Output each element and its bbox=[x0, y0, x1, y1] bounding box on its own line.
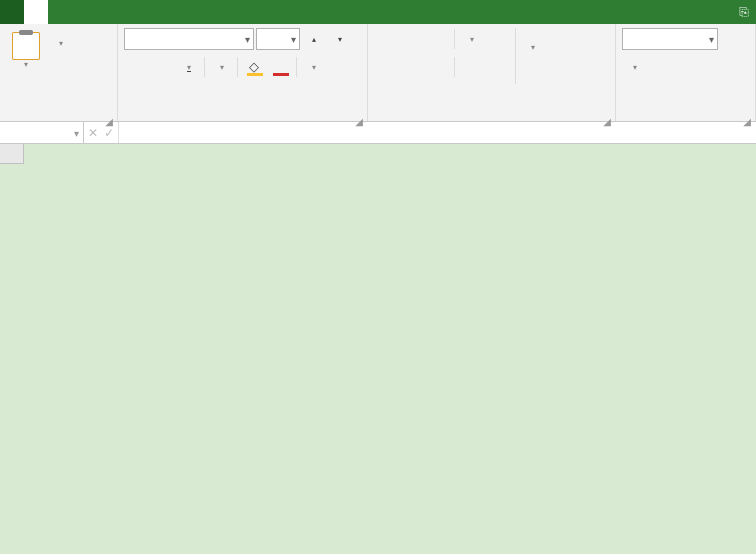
tab-pdf-tools[interactable] bbox=[240, 0, 264, 24]
align-right-button[interactable] bbox=[426, 56, 450, 78]
tab-developer[interactable] bbox=[192, 0, 216, 24]
number-launcher[interactable]: ◢ bbox=[743, 117, 751, 128]
font-name-select[interactable] bbox=[124, 28, 254, 50]
tab-file[interactable] bbox=[0, 0, 24, 24]
orientation-button[interactable] bbox=[459, 28, 483, 50]
font-size-select[interactable] bbox=[256, 28, 300, 50]
phonetic-button[interactable] bbox=[301, 56, 325, 78]
clipboard-group-label: ◢ bbox=[0, 115, 117, 121]
cut-button[interactable] bbox=[50, 28, 68, 34]
share-icon[interactable]: ⎘ bbox=[732, 0, 756, 24]
increase-decimal-button[interactable] bbox=[700, 56, 724, 78]
tab-review[interactable] bbox=[144, 0, 168, 24]
align-top-button[interactable] bbox=[374, 28, 398, 50]
tab-page-layout[interactable] bbox=[72, 0, 96, 24]
align-bottom-button[interactable] bbox=[426, 28, 450, 50]
alignment-group-label: ◢ bbox=[368, 115, 615, 121]
alignment-launcher[interactable]: ◢ bbox=[603, 117, 611, 128]
currency-button[interactable] bbox=[622, 56, 646, 78]
tab-help[interactable] bbox=[216, 0, 240, 24]
tab-data[interactable] bbox=[120, 0, 144, 24]
merge-center-button[interactable]: ▾ bbox=[522, 40, 540, 55]
fill-color-button[interactable]: ◇ bbox=[242, 56, 266, 78]
paste-icon bbox=[12, 32, 40, 60]
underline-button[interactable] bbox=[176, 56, 200, 78]
copy-button[interactable]: ▾ bbox=[50, 36, 68, 51]
align-left-button[interactable] bbox=[374, 56, 398, 78]
name-box[interactable] bbox=[0, 122, 84, 143]
font-color-button[interactable] bbox=[268, 56, 292, 78]
tab-formulas[interactable] bbox=[96, 0, 120, 24]
font-group-label: ◢ bbox=[118, 115, 367, 121]
wrap-text-button[interactable] bbox=[522, 28, 540, 34]
comma-button[interactable] bbox=[674, 56, 698, 78]
number-group-label: ◢ bbox=[616, 115, 755, 121]
bold-button[interactable] bbox=[124, 56, 148, 78]
clipboard-launcher[interactable]: ◢ bbox=[105, 117, 113, 128]
formula-bar-input[interactable] bbox=[131, 122, 756, 143]
tab-baidu-netdisk[interactable] bbox=[264, 0, 288, 24]
tab-insert[interactable] bbox=[48, 0, 72, 24]
percent-button[interactable] bbox=[648, 56, 672, 78]
cancel-formula-icon: ✕ bbox=[88, 126, 98, 140]
fx-label[interactable] bbox=[119, 122, 131, 143]
increase-font-button[interactable]: ▴ bbox=[302, 28, 326, 50]
font-launcher[interactable]: ◢ bbox=[355, 117, 363, 128]
tab-view[interactable] bbox=[168, 0, 192, 24]
align-middle-button[interactable] bbox=[400, 28, 424, 50]
tab-home[interactable] bbox=[24, 0, 48, 24]
increase-indent-button[interactable] bbox=[485, 56, 509, 78]
border-button[interactable] bbox=[209, 56, 233, 78]
format-painter-button[interactable] bbox=[50, 53, 68, 59]
align-center-button[interactable] bbox=[400, 56, 424, 78]
decrease-indent-button[interactable] bbox=[459, 56, 483, 78]
number-format-select[interactable] bbox=[622, 28, 718, 50]
select-all-corner[interactable] bbox=[0, 144, 24, 164]
italic-button[interactable] bbox=[150, 56, 174, 78]
paste-button[interactable]: ▾ bbox=[6, 28, 46, 73]
decrease-font-button[interactable]: ▾ bbox=[328, 28, 352, 50]
